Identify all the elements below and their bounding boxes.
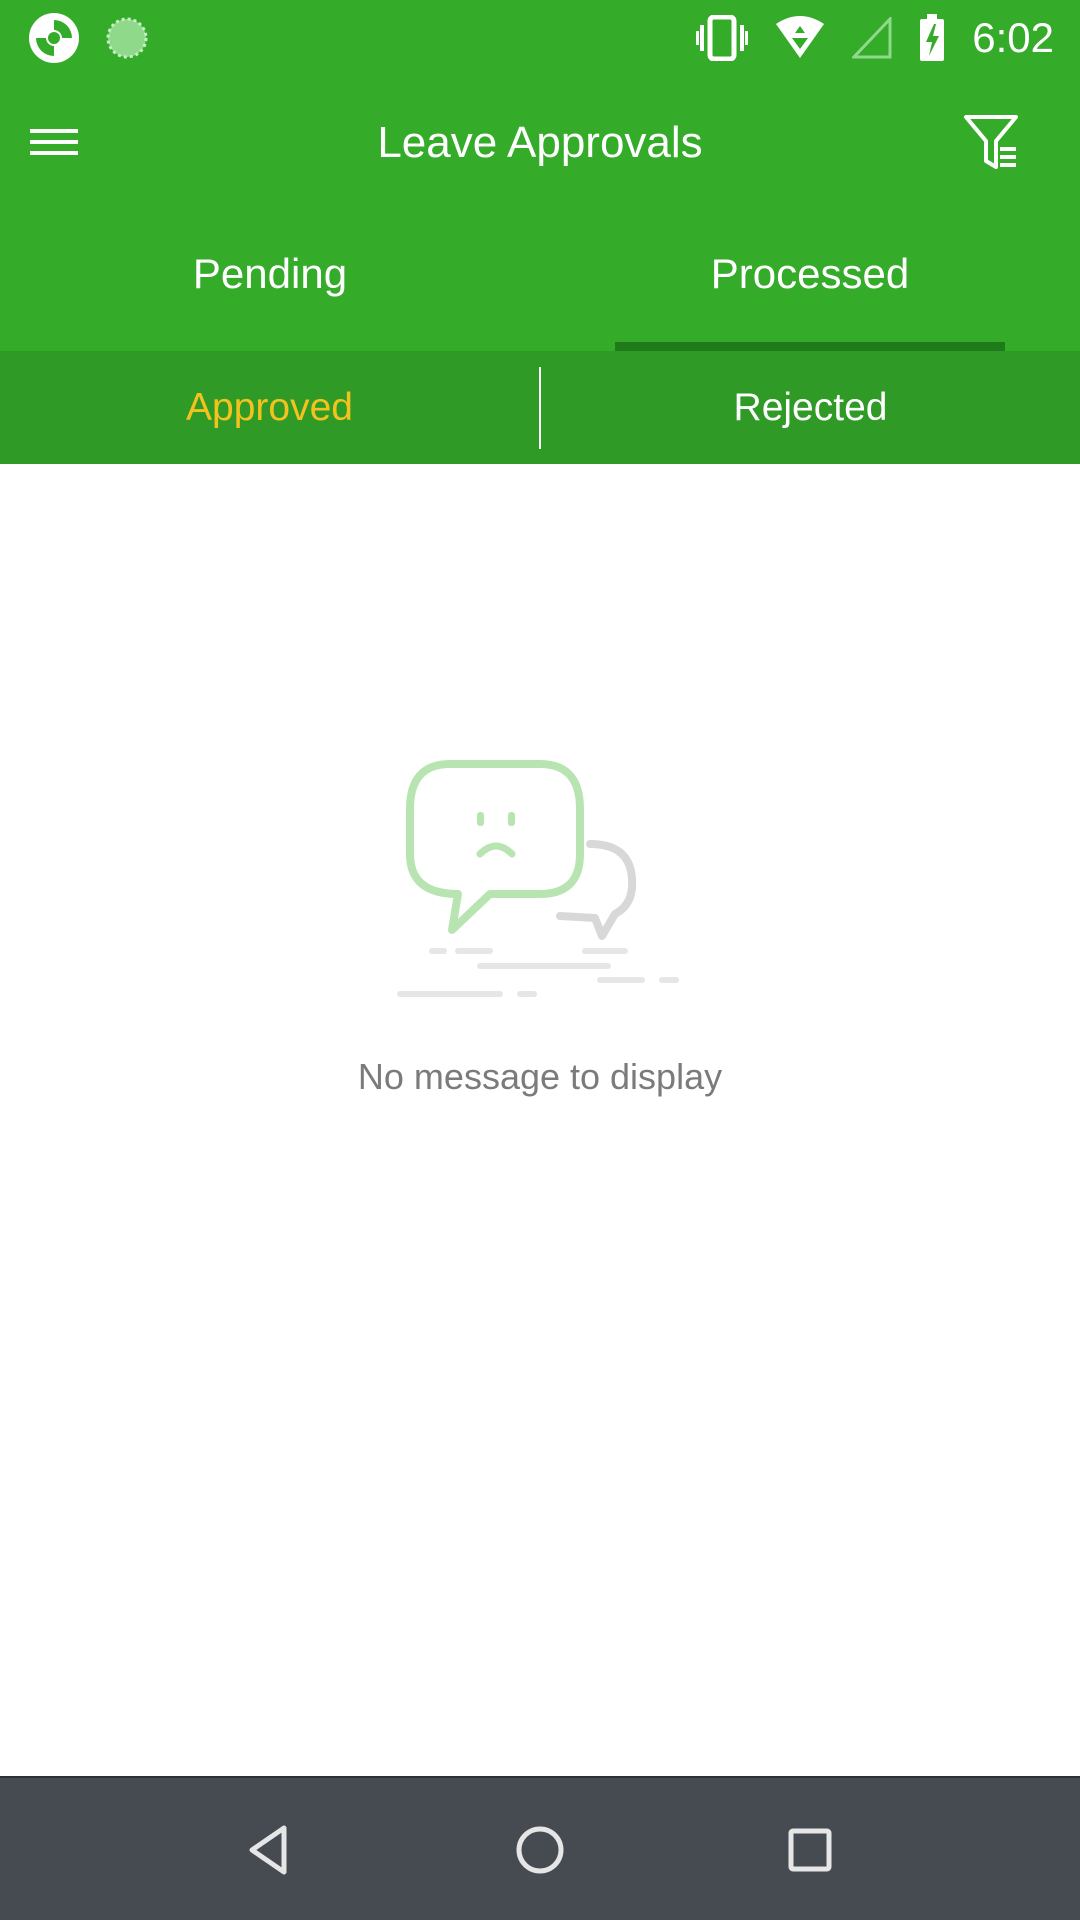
tab-pending[interactable]: Pending [0, 210, 540, 351]
back-icon [249, 1825, 287, 1875]
tab-processed[interactable]: Processed [540, 210, 1080, 351]
home-icon [516, 1826, 564, 1874]
subtab-approved[interactable]: Approved [0, 351, 539, 464]
vibrate-icon [696, 14, 749, 61]
sub-tabs: Approved Rejected [0, 351, 1080, 464]
page-title: Leave Approvals [377, 118, 703, 167]
sad-chat-bubble-icon [397, 760, 679, 997]
subtab-approved-label: Approved [186, 385, 353, 429]
subtab-rejected[interactable]: Rejected [541, 351, 1080, 464]
main-tabs: Pending Processed [0, 210, 1080, 351]
sync-icon [106, 17, 148, 59]
back-button[interactable] [238, 1818, 302, 1882]
home-button[interactable] [508, 1818, 572, 1882]
tab-processed-label: Processed [710, 249, 910, 297]
wifi-icon [776, 15, 825, 58]
filter-button[interactable] [962, 113, 1022, 173]
status-bar: 6:02 [0, 0, 1080, 75]
recents-icon [788, 1828, 832, 1872]
cell-signal-icon [852, 16, 892, 58]
subtab-rejected-label: Rejected [733, 385, 888, 429]
system-nav-bar [0, 1776, 1080, 1920]
status-left-icons [28, 12, 150, 64]
battery-charging-icon [920, 13, 945, 61]
app-logo-icon [29, 13, 79, 63]
status-time: 6:02 [972, 14, 1054, 61]
tab-pending-label: Pending [192, 249, 348, 297]
status-right-icons: 6:02 [696, 10, 1054, 65]
active-tab-indicator [615, 342, 1005, 351]
content-area: No message to display [0, 464, 1080, 1776]
filter-icon [964, 115, 1018, 169]
app-bar: Leave Approvals [0, 75, 1080, 210]
recents-button[interactable] [778, 1818, 842, 1882]
empty-state-message: No message to display [357, 1056, 723, 1097]
